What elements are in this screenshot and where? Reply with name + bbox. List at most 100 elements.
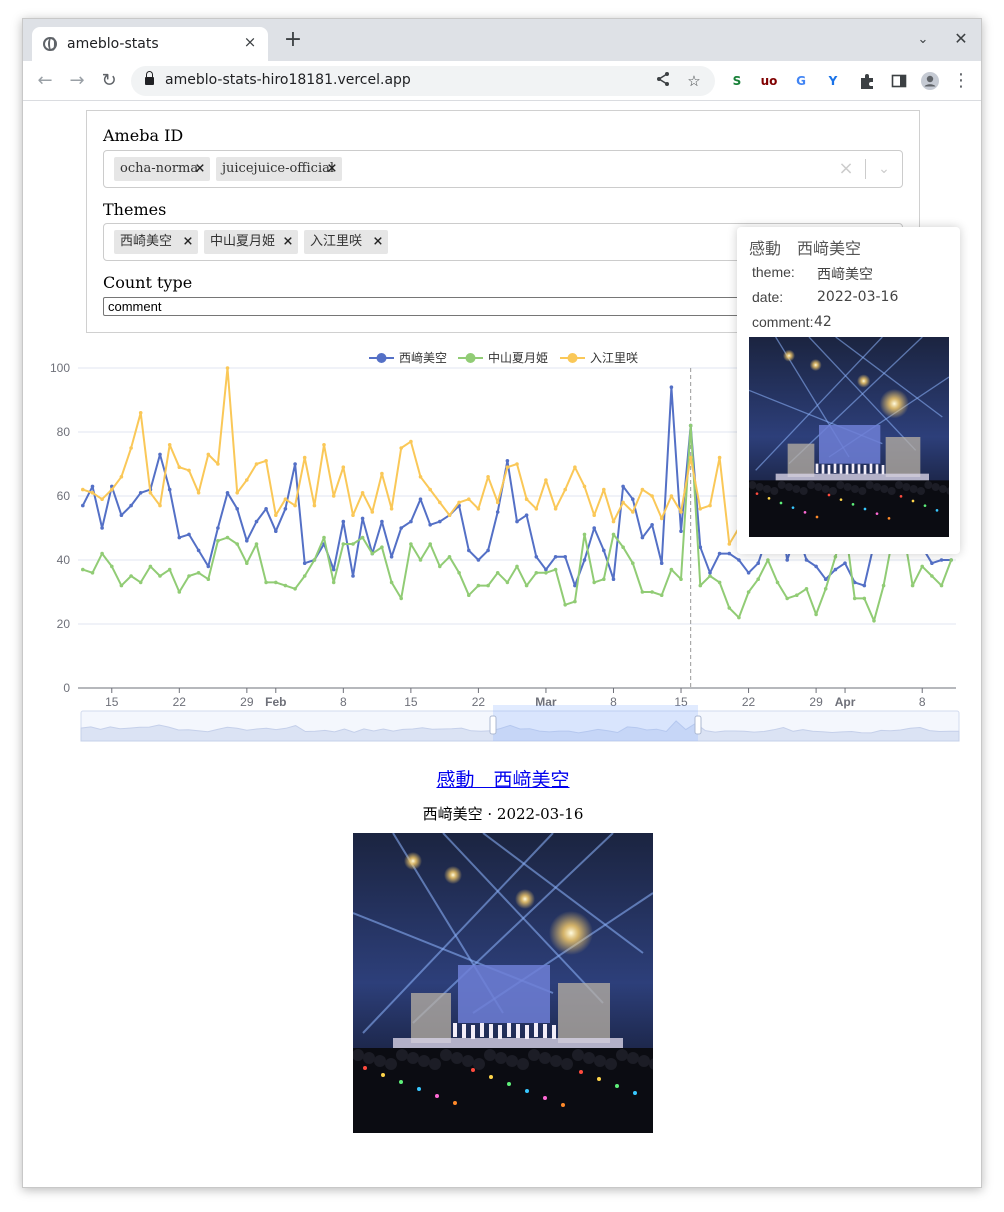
data-point xyxy=(582,484,587,489)
glow-stick xyxy=(875,512,879,515)
glow-stick xyxy=(615,1084,619,1088)
data-point xyxy=(274,513,278,517)
back-arrow-icon[interactable]: ← xyxy=(33,69,57,93)
x-tick-label: 8 xyxy=(340,695,347,709)
performer xyxy=(534,1023,538,1037)
page-viewport: Ameba ID ocha-norma × juicejuice-official ×… xyxy=(23,101,981,1187)
glow-stick xyxy=(815,515,819,519)
audience-head xyxy=(843,483,852,491)
data-point xyxy=(293,462,297,466)
glow-stick xyxy=(755,492,759,495)
browser-tab[interactable]: ameblo-stats × xyxy=(32,27,268,61)
post-title-link[interactable]: 感動 西﨑美空 xyxy=(23,765,981,792)
data-point xyxy=(81,567,85,572)
data-point xyxy=(254,462,259,466)
audience-head xyxy=(484,1049,496,1061)
ublock-icon[interactable]: uo xyxy=(759,71,779,91)
data-point xyxy=(573,599,577,604)
data-point xyxy=(370,510,375,514)
data-point xyxy=(631,510,635,514)
glow-stick xyxy=(597,1077,601,1081)
data-point xyxy=(814,564,818,569)
data-point xyxy=(119,513,124,517)
data-point xyxy=(785,596,789,601)
y-tick-label: 100 xyxy=(50,361,70,375)
performer xyxy=(453,1023,457,1037)
bird-extension-icon[interactable]: Y xyxy=(823,71,843,91)
url-text[interactable]: ameblo-stats-hiro18181.vercel.app xyxy=(165,72,411,88)
audience-head xyxy=(561,1058,573,1070)
glow-stick xyxy=(911,499,915,503)
data-point xyxy=(592,580,596,585)
data-point xyxy=(708,503,712,508)
bookmark-star-icon[interactable]: ☆ xyxy=(684,71,704,91)
close-tab-icon[interactable]: × xyxy=(240,32,260,52)
data-point xyxy=(602,487,606,492)
data-point xyxy=(264,459,268,463)
side-panel-icon[interactable] xyxy=(887,69,911,93)
data-point xyxy=(573,465,577,470)
audience-head xyxy=(895,481,903,489)
audience-head xyxy=(583,1052,595,1064)
forward-arrow-icon[interactable]: → xyxy=(65,69,89,93)
audience-head xyxy=(440,1049,452,1061)
data-point xyxy=(351,542,355,546)
data-point xyxy=(380,545,384,549)
data-point xyxy=(708,571,712,575)
data-point xyxy=(322,443,326,447)
window-close-icon[interactable]: ✕ xyxy=(953,29,969,49)
extensions-puzzle-icon[interactable] xyxy=(855,69,879,93)
browser-menu-icon[interactable]: ⋮ xyxy=(949,69,973,93)
translate-icon[interactable]: G xyxy=(791,71,811,91)
data-point xyxy=(785,558,789,562)
data-point xyxy=(245,561,249,565)
audience-head xyxy=(777,481,786,489)
s-extension-icon[interactable]: S xyxy=(727,71,747,91)
glow-stick xyxy=(525,1089,529,1093)
data-point xyxy=(254,542,259,546)
performer xyxy=(857,464,861,474)
data-point xyxy=(254,519,259,524)
spotlight xyxy=(404,852,422,870)
data-point xyxy=(930,561,934,565)
glow-stick xyxy=(851,503,855,506)
data-point xyxy=(534,571,539,575)
address-bar[interactable]: ameblo-stats-hiro18181.vercel.app ☆ xyxy=(131,66,715,96)
performer xyxy=(833,463,837,473)
legend-marker xyxy=(567,353,578,363)
share-icon[interactable] xyxy=(653,71,673,91)
audience-head xyxy=(880,485,889,493)
data-point xyxy=(138,491,143,495)
data-point xyxy=(235,507,239,511)
legend-marker xyxy=(465,353,476,363)
data-point xyxy=(872,619,876,623)
data-point xyxy=(553,507,558,511)
reload-icon[interactable]: ↻ xyxy=(97,69,121,93)
data-point xyxy=(544,571,548,575)
data-point xyxy=(389,507,394,511)
data-point xyxy=(495,500,500,505)
data-point xyxy=(640,487,645,492)
new-tab-icon[interactable]: + xyxy=(281,29,305,53)
data-point xyxy=(631,561,635,565)
glow-stick xyxy=(363,1066,367,1070)
glow-stick xyxy=(417,1087,421,1091)
data-point xyxy=(582,532,587,537)
data-point xyxy=(167,567,172,572)
data-point xyxy=(235,491,239,495)
tooltip-theme-value: 西﨑美空 xyxy=(817,267,873,283)
data-point xyxy=(283,497,288,502)
profile-avatar-icon[interactable] xyxy=(918,69,942,93)
data-point xyxy=(100,551,104,556)
data-point xyxy=(245,539,249,543)
data-point xyxy=(766,558,770,562)
tooltip-concert-photo xyxy=(749,337,949,537)
audience-head xyxy=(873,483,881,491)
data-point xyxy=(524,583,529,588)
data-point xyxy=(409,439,413,444)
data-point xyxy=(737,615,741,620)
data-point xyxy=(920,564,924,569)
tab-search-chevron-icon[interactable]: ⌄ xyxy=(915,32,931,48)
data-point xyxy=(476,583,481,588)
data-point xyxy=(611,577,616,581)
